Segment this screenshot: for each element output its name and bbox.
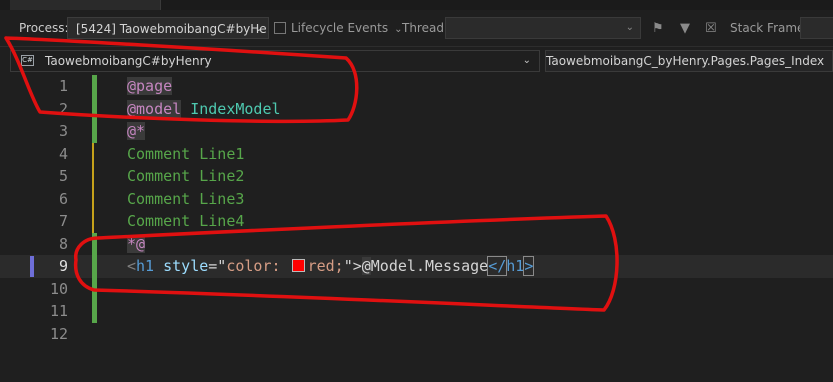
- unsaved-change-bar: [92, 210, 94, 233]
- line-code: Comment Line1: [127, 143, 244, 166]
- chevron-down-icon: ⌄: [522, 55, 531, 66]
- html-element: h1: [136, 257, 155, 275]
- line-code: @model IndexModel: [127, 98, 281, 121]
- line-number: 1: [58, 77, 68, 95]
- change-bar: [92, 255, 97, 278]
- model-reference: Model: [370, 257, 416, 275]
- editor-navigation-bar: C# TaowebmoibangC#byHenry ⌄ Taowebmoiban…: [0, 47, 833, 75]
- line-number: 4: [58, 144, 68, 163]
- chevron-down-icon: ⌄: [625, 22, 634, 33]
- code-line[interactable]: 6 Comment Line3: [0, 187, 833, 211]
- razor-comment-close: *@: [127, 234, 146, 253]
- code-line[interactable]: 10: [0, 277, 833, 301]
- unsaved-change-bar: [92, 165, 94, 188]
- lifecycle-label: Lifecycle Events: [291, 21, 389, 35]
- change-bar: [92, 300, 97, 323]
- razor-at: @: [361, 257, 371, 275]
- closing-tag-bracket: </: [487, 256, 508, 276]
- debug-location-toolbar: Process: [5424] TaowebmoibangC#byHe ⌄ Li…: [0, 10, 833, 47]
- code-line[interactable]: 8 *@: [0, 232, 833, 256]
- stack-frame-dropdown[interactable]: [800, 17, 833, 39]
- change-bar: [92, 97, 97, 121]
- unsaved-change-bar: [92, 187, 94, 211]
- filter-icon[interactable]: ▼: [680, 21, 690, 36]
- line-number: 7: [58, 212, 68, 230]
- current-line-marker: [30, 256, 34, 277]
- line-number: 3: [58, 122, 68, 140]
- flag-icon[interactable]: ⚑: [652, 21, 664, 36]
- change-bar: [92, 75, 97, 98]
- code-line[interactable]: 12: [0, 323, 833, 346]
- document-tab-stub[interactable]: [10, 0, 161, 10]
- code-line[interactable]: 1 @page: [0, 75, 833, 98]
- line-code: Comment Line4: [127, 210, 244, 233]
- project-dropdown[interactable]: C# TaowebmoibangC#byHenry ⌄: [10, 50, 540, 72]
- line-code: <h1 style="color: red;">@Model.Message</…: [127, 255, 535, 278]
- line-number: 11: [49, 302, 68, 320]
- process-dropdown[interactable]: [5424] TaowebmoibangC#byHe ⌄: [67, 17, 269, 39]
- color-swatch-icon[interactable]: [291, 259, 305, 272]
- attribute-equals: =": [208, 257, 227, 275]
- css-value: red;: [307, 257, 344, 275]
- line-number: 10: [49, 279, 68, 298]
- code-line[interactable]: 2 @model IndexModel: [0, 97, 833, 121]
- code-line[interactable]: 3 @*: [0, 120, 833, 143]
- comment-text: Comment Line3: [127, 189, 245, 208]
- tag-bracket: <: [127, 257, 137, 275]
- thread-label: Thread:: [402, 21, 449, 35]
- clear-filter-icon[interactable]: ☒: [705, 21, 717, 36]
- html-attribute: style: [163, 257, 209, 275]
- line-code: @*: [127, 120, 146, 143]
- code-line[interactable]: 4 Comment Line1: [0, 142, 833, 166]
- process-label: Process:: [19, 21, 69, 35]
- change-bar: [92, 277, 97, 301]
- chevron-down-icon: ⌄: [254, 23, 263, 34]
- top-tab-strip: [0, 0, 833, 10]
- change-bar: [92, 232, 97, 256]
- process-value: [5424] TaowebmoibangC#byHe: [76, 22, 267, 36]
- member-name: TaowebmoibangC_byHenry.Pages.Pages_Index: [546, 54, 825, 68]
- thread-dropdown[interactable]: ⌄: [445, 17, 641, 39]
- line-code: @page: [127, 75, 173, 98]
- razor-comment-open: @*: [127, 122, 146, 140]
- comment-text: Comment Line4: [127, 212, 245, 230]
- line-number: 8: [58, 234, 68, 253]
- tag-bracket: ">: [343, 257, 362, 275]
- stack-frame-label: Stack Frame:: [730, 21, 809, 35]
- code-line-current[interactable]: 9 <h1 style="color: red;">@Model.Message…: [0, 255, 833, 278]
- razor-directive: @page: [127, 77, 173, 95]
- closing-tag-end: >: [523, 256, 535, 276]
- comment-text: Comment Line2: [127, 167, 245, 185]
- line-number: 5: [58, 167, 68, 185]
- csharp-project-icon: C#: [21, 55, 34, 66]
- razor-directive: @model: [127, 99, 182, 118]
- line-code: Comment Line3: [127, 188, 244, 211]
- member-dropdown[interactable]: TaowebmoibangC_byHenry.Pages.Pages_Index: [545, 50, 833, 72]
- code-editor[interactable]: 1 @page 2 @model IndexModel 3 @* 4 Comme…: [0, 75, 833, 382]
- line-number: 9: [58, 257, 68, 275]
- line-code: *@: [127, 233, 146, 256]
- lifecycle-events-button[interactable]: Lifecycle Events ⌄: [274, 10, 402, 46]
- line-number: 6: [58, 189, 68, 208]
- code-line[interactable]: 7 Comment Line4: [0, 210, 833, 233]
- message-property: Message: [424, 257, 489, 275]
- member-dot: .: [415, 257, 425, 275]
- line-code: Comment Line2: [127, 165, 244, 188]
- line-number: 12: [49, 324, 68, 343]
- comment-text: Comment Line1: [127, 144, 245, 163]
- html-element-close: h1: [506, 257, 525, 275]
- model-type: IndexModel: [190, 99, 281, 118]
- unsaved-change-bar: [92, 142, 94, 166]
- change-bar: [92, 120, 97, 143]
- project-name: TaowebmoibangC#byHenry: [45, 54, 212, 68]
- code-line[interactable]: 11: [0, 300, 833, 323]
- line-number: 2: [58, 99, 68, 118]
- lifecycle-events-icon: [274, 22, 286, 34]
- code-line[interactable]: 5 Comment Line2: [0, 165, 833, 188]
- css-property: color:: [226, 257, 281, 275]
